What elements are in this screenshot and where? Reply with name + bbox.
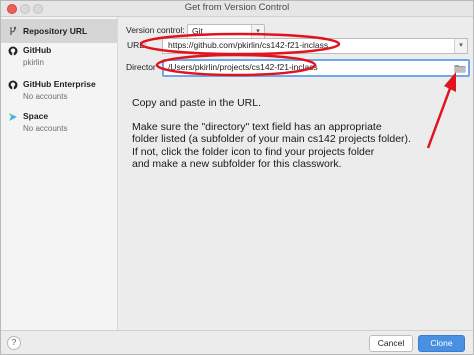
sidebar-item-label: GitHub Enterprise <box>23 79 96 89</box>
sidebar-item-label: Repository URL <box>23 26 88 36</box>
annotation-line-1: Copy and paste in the URL. <box>132 97 261 109</box>
window-title: Get from Version Control <box>184 2 290 13</box>
folder-icon[interactable] <box>454 63 466 73</box>
sidebar-item-sublabel: No accounts <box>23 124 68 133</box>
github-icon <box>8 46 18 56</box>
version-control-value: Git <box>192 26 203 36</box>
space-logo-icon <box>9 113 17 121</box>
annotation-line-4: If not, click the folder icon to find yo… <box>132 145 375 158</box>
dialog-window: Get from Version Control Repository URL … <box>0 0 474 355</box>
annotation-line-3: folder listed (a subfolder of your main … <box>132 133 411 146</box>
url-value: https://github.com/pkirlin/cs142-f21-inc… <box>168 40 329 50</box>
title-bar: Get from Version Control <box>1 1 473 17</box>
sidebar-item-label: Space <box>23 111 49 121</box>
sidebar-item-sublabel: No accounts <box>23 92 68 101</box>
sidebar-item-sublabel: pkirlin <box>23 58 44 67</box>
git-branch-icon <box>10 26 17 35</box>
directory-value: /Users/pkirlin/projects/cs142-f21-inclas… <box>168 62 318 72</box>
chevron-down-icon: ▾ <box>251 25 264 39</box>
url-input[interactable]: https://github.com/pkirlin/cs142-f21-inc… <box>162 38 468 54</box>
clone-button[interactable]: Clone <box>418 335 465 352</box>
cancel-button[interactable]: Cancel <box>369 335 413 352</box>
sidebar: Repository URL GitHub pkirlin GitHub Ent… <box>1 17 118 330</box>
help-button[interactable]: ? <box>7 336 21 350</box>
version-control-label: Version control: <box>126 25 185 35</box>
url-label: URL: <box>127 40 147 50</box>
sidebar-item-repository-url[interactable]: Repository URL <box>1 19 117 43</box>
directory-input[interactable]: /Users/pkirlin/projects/cs142-f21-inclas… <box>162 59 470 77</box>
sidebar-item-label: GitHub <box>23 45 52 55</box>
annotation-text: Copy and paste in the URL. Make sure the… <box>132 97 462 170</box>
dialog-footer: ? Cancel Clone <box>1 330 473 354</box>
annotation-line-2: Make sure the "directory" text field has… <box>132 121 382 134</box>
github-icon <box>8 80 18 90</box>
annotation-line-5: and make a new subfolder for this classw… <box>132 157 342 170</box>
main-panel: Version control: Git ▾ URL: https://gith… <box>118 17 473 330</box>
directory-label: Director <box>126 62 156 72</box>
sidebar-item-space[interactable]: Space No accounts <box>1 110 117 136</box>
sidebar-item-github[interactable]: GitHub pkirlin <box>1 44 117 70</box>
sidebar-item-github-enterprise[interactable]: GitHub Enterprise No accounts <box>1 78 117 104</box>
chevron-down-icon[interactable]: ▾ <box>454 39 467 53</box>
